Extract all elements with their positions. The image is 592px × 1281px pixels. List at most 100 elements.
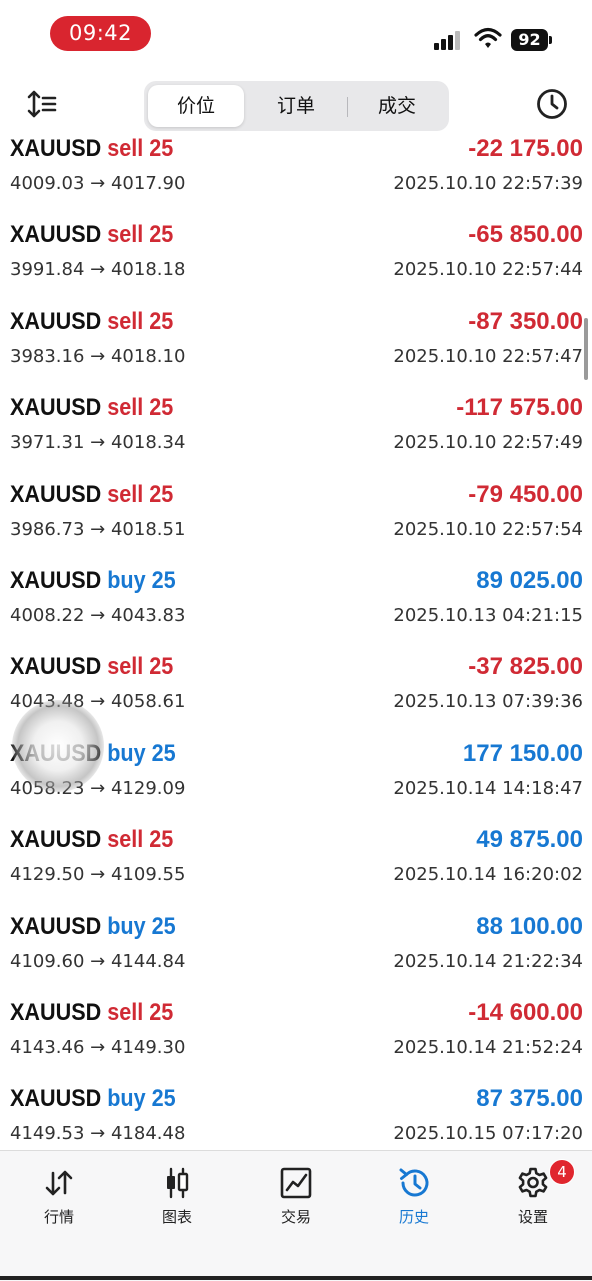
trade-volume: 25 [149,999,174,1026]
quotes-arrows-icon [45,1170,73,1196]
trade-row[interactable]: XAUUSD sell 25 4009.03 → 4017.90 -22 175.0… [0,134,592,220]
trade-volume: 25 [149,394,174,422]
cellular-signal-icon [434,30,464,50]
trade-side: sell [107,307,144,335]
trade-symbol-line: XAUUSD sell 25 [10,134,173,164]
trade-volume: 25 [149,307,174,335]
trade-profit: -117 575.00 [456,394,583,422]
trade-side: buy [107,912,146,940]
trade-volume: 25 [151,1085,176,1113]
trade-time: 2025.10.10 22:57:49 [393,432,583,454]
segment-orders[interactable]: 订单 [248,85,344,127]
trade-time: 2025.10.13 04:21:15 [393,605,583,626]
notification-badge: 4 [549,1159,575,1185]
trade-volume: 25 [149,480,174,508]
trade-prices: 4129.50 → 4109.55 [10,864,186,886]
trade-profit: -79 450.00 [468,480,583,508]
trade-symbol-line: XAUUSD sell 25 [10,393,173,423]
trade-profit: 49 875.00 [476,826,583,854]
trade-profit: 87 375.00 [476,1085,583,1113]
trade-history-list[interactable]: XAUUSD sell 25 4009.03 → 4017.90 -22 175.0… [0,132,592,1150]
status-time: 09:42 [50,16,151,51]
tab-settings[interactable]: 4 设置 [474,1151,592,1251]
trade-side: sell [107,135,144,162]
trade-row[interactable]: XAUUSD buy 25 4149.53 → 4184.48 87 375.00 2… [0,1084,592,1150]
trade-symbol-line: XAUUSD buy 25 [10,912,176,942]
trade-row[interactable]: XAUUSD buy 25 4109.60 → 4144.84 88 100.00 2… [0,912,592,998]
trade-side: sell [107,221,144,249]
trade-prices: 4109.60 → 4144.84 [10,950,186,972]
trade-prices: 3986.73 → 4018.51 [10,518,186,540]
symbol: XAUUSD [10,999,102,1026]
trade-profit: 89 025.00 [476,567,583,594]
trade-prices: 4043.48 → 4058.61 [10,691,186,713]
tab-history[interactable]: 历史 [355,1151,473,1251]
trade-profit: -65 850.00 [468,221,583,249]
segment-deals[interactable]: 成交 [349,85,445,127]
trade-time: 2025.10.10 22:57:54 [393,518,583,540]
trade-profit: -22 175.00 [468,135,583,162]
candlestick-chart-icon [167,1167,189,1199]
symbol: XAUUSD [10,221,102,249]
tab-trade[interactable]: 交易 [237,1151,355,1251]
trade-row[interactable]: XAUUSD sell 25 4043.48 → 4058.61 -37 825.0… [0,652,592,738]
trade-row[interactable]: XAUUSD sell 25 3991.84 → 4018.18 -65 850.0… [0,220,592,306]
symbol: XAUUSD [10,135,102,162]
trade-prices: 4149.53 → 4184.48 [10,1123,186,1145]
segment-divider [347,97,348,117]
trade-row[interactable]: XAUUSD buy 25 4008.22 → 4043.83 89 025.00 2… [0,566,592,652]
tab-label: 交易 [280,1208,311,1226]
symbol: XAUUSD [10,912,102,940]
trade-time: 2025.10.15 07:17:20 [393,1123,583,1145]
symbol: XAUUSD [10,739,102,767]
trade-symbol-line: XAUUSD sell 25 [10,480,173,510]
trade-volume: 25 [149,135,174,162]
period-clock-icon[interactable] [534,86,570,122]
trade-volume: 25 [149,221,174,249]
trade-symbol-line: XAUUSD buy 25 [10,566,176,596]
symbol: XAUUSD [10,307,102,335]
symbol: XAUUSD [10,394,102,422]
trade-time: 2025.10.13 07:39:36 [393,691,583,713]
wifi-icon [474,27,502,48]
trade-prices: 3971.31 → 4018.34 [10,432,186,454]
symbol: XAUUSD [10,826,102,854]
trade-side: sell [107,999,144,1026]
trade-side: sell [107,653,144,681]
tab-quotes[interactable]: 行情 [0,1151,118,1251]
scrollbar[interactable] [584,318,588,380]
trade-row[interactable]: XAUUSD sell 25 3986.73 → 4018.51 -79 450.0… [0,480,592,566]
battery-tip [549,36,552,44]
symbol: XAUUSD [10,567,102,594]
tab-chart[interactable]: 图表 [118,1151,236,1251]
trade-volume: 25 [151,912,176,940]
trade-row[interactable]: XAUUSD sell 25 4143.46 → 4149.30 -14 600.0… [0,998,592,1084]
history-header: 价位 订单 成交 [0,76,592,136]
trade-time: 2025.10.14 21:52:24 [393,1037,583,1058]
trade-volume: 25 [151,739,176,767]
trade-symbol-line: XAUUSD sell 25 [10,825,173,855]
trade-row[interactable]: XAUUSD sell 25 4129.50 → 4109.55 49 875.00… [0,825,592,911]
trade-side: sell [107,394,144,422]
tab-label: 设置 [517,1208,548,1226]
trade-profit: -87 350.00 [468,307,583,335]
trade-row[interactable]: XAUUSD sell 25 3983.16 → 4018.10 -87 350.0… [0,307,592,393]
trade-time: 2025.10.10 22:57:44 [393,259,583,281]
trade-prices: 3983.16 → 4018.10 [10,345,186,367]
symbol: XAUUSD [10,1085,102,1113]
trade-side: buy [107,739,146,767]
tab-label: 行情 [43,1208,74,1226]
trade-side: buy [107,567,146,594]
segment-positions[interactable]: 价位 [148,85,244,127]
tab-label: 图表 [161,1208,192,1226]
trade-volume: 25 [149,826,174,854]
trade-symbol-line: XAUUSD sell 25 [10,998,173,1028]
trade-prices: 4143.46 → 4149.30 [10,1037,186,1058]
settings-gear-icon [518,1167,548,1198]
segmented-control: 价位 订单 成交 [144,81,449,131]
trade-side: sell [107,826,144,854]
trade-time: 2025.10.10 22:57:39 [393,173,583,194]
trade-row[interactable]: XAUUSD sell 25 3971.31 → 4018.34 -117 575.… [0,393,592,479]
sort-icon[interactable] [24,86,60,122]
trade-row[interactable]: XAUUSD buy 25 4058.23 → 4129.09 177 150.00… [0,739,592,825]
